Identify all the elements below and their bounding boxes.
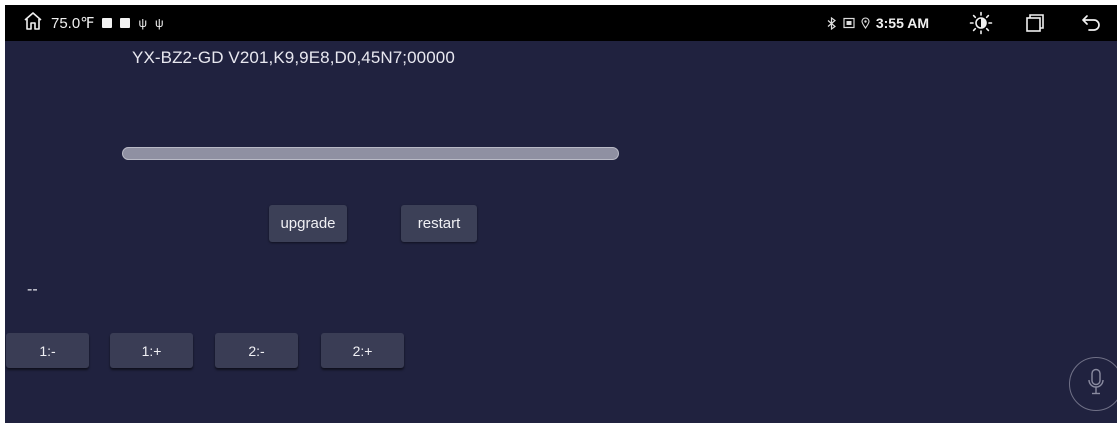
brightness-icon[interactable] [967, 9, 995, 37]
voice-assistant-button[interactable] [1069, 357, 1117, 411]
status-text: -- [27, 281, 38, 298]
notification-square-icon [102, 18, 113, 28]
screen: 75.0℉ ψ ψ 3:55 AM YX-BZ2-GD V201,K9,9E8,… [5, 5, 1117, 423]
adjust-2-plus-button[interactable]: 2:+ [321, 333, 404, 368]
upgrade-button[interactable]: upgrade [269, 205, 347, 242]
status-bar: 75.0℉ ψ ψ 3:55 AM [5, 5, 1117, 41]
adjust-2-minus-button[interactable]: 2:- [215, 333, 298, 368]
version-text: YX-BZ2-GD V201,K9,9E8,D0,45N7;00000 [132, 48, 455, 67]
notification-square-icon [120, 18, 131, 28]
upgrade-progress-bar [122, 147, 619, 160]
back-icon[interactable] [1077, 9, 1105, 37]
usb-icon: ψ [138, 16, 148, 30]
restart-button[interactable]: restart [401, 205, 477, 242]
usb-icon: ψ [155, 16, 164, 30]
sim-icon [843, 17, 855, 29]
home-icon[interactable] [23, 11, 43, 35]
microphone-icon [1087, 368, 1105, 401]
adjust-1-plus-button[interactable]: 1:+ [110, 333, 193, 368]
bluetooth-icon [827, 16, 837, 30]
adjust-1-minus-button[interactable]: 1:- [6, 333, 89, 368]
location-icon [861, 17, 870, 29]
temperature: 75.0℉ [51, 15, 95, 32]
recent-apps-icon[interactable] [1021, 9, 1049, 37]
clock: 3:55 AM [875, 15, 929, 31]
